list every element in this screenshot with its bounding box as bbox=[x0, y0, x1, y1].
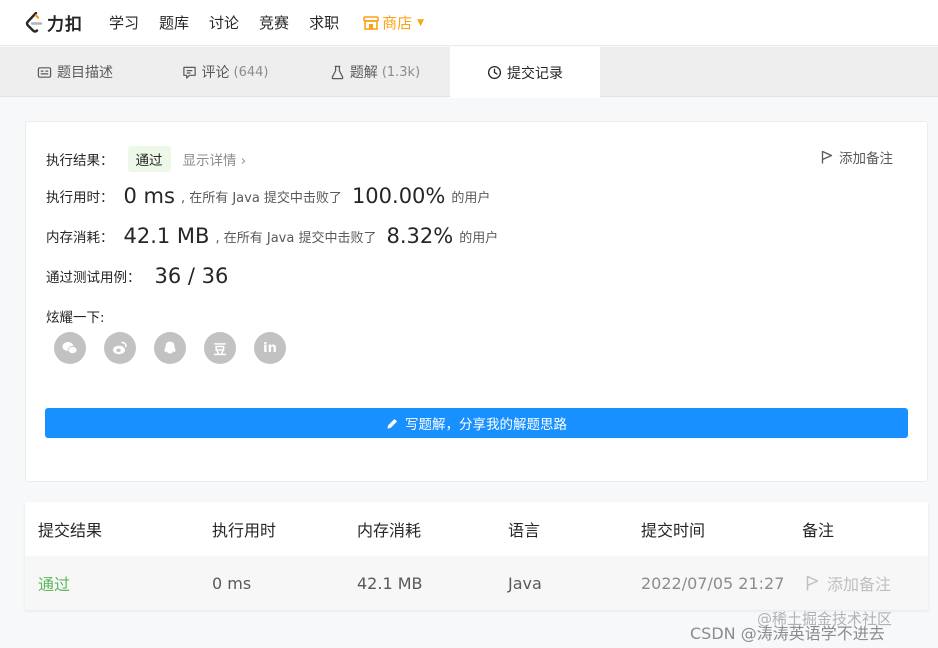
tab-description[interactable]: 题目描述 bbox=[0, 47, 150, 97]
douban-glyph: 豆 bbox=[213, 342, 227, 358]
tab-solutions-label: 题解 bbox=[349, 65, 378, 81]
nav-item-problems[interactable]: 题库 bbox=[159, 12, 189, 33]
tests-value: 36 / 36 bbox=[154, 264, 229, 288]
header-runtime: 执行用时 bbox=[212, 521, 277, 540]
runtime-percentile: 100.00% bbox=[351, 184, 446, 208]
linkedin-icon[interactable]: in bbox=[254, 332, 286, 364]
row-submit-time: 2022/07/05 21:27 bbox=[641, 573, 785, 593]
chevron-down-icon: ▼ bbox=[417, 17, 425, 28]
header-language: 语言 bbox=[508, 521, 541, 540]
submission-result-card: 执行结果： 通过 显示详情 › 添加备注 执行用时： 0 ms , 在所有 Ja… bbox=[25, 121, 928, 482]
logo-text: 力扣 bbox=[47, 15, 83, 35]
row-memory: 42.1 MB bbox=[357, 573, 423, 593]
shop-icon bbox=[363, 15, 379, 30]
share-icons: 豆 in bbox=[54, 332, 304, 364]
tests-label: 通过测试用例： bbox=[46, 270, 141, 286]
leetcode-logo-icon bbox=[25, 11, 43, 33]
tab-comments-label: 评论 bbox=[201, 65, 230, 81]
shop-label: 商店 bbox=[382, 14, 413, 32]
nav-item-contest[interactable]: 竞赛 bbox=[259, 12, 289, 33]
show-details-link[interactable]: 显示详情 › bbox=[183, 149, 247, 169]
tab-solutions[interactable]: 题解 (1.3k) bbox=[300, 47, 450, 97]
runtime-value: 0 ms bbox=[123, 184, 175, 208]
memory-row: 内存消耗： 42.1 MB , 在所有 Java 提交中击败了 8.32% 的用… bbox=[46, 224, 498, 248]
nav-item-discuss[interactable]: 讨论 bbox=[209, 12, 239, 33]
row-runtime: 0 ms bbox=[212, 573, 252, 593]
row-add-note-button[interactable]: 添加备注 bbox=[806, 571, 891, 595]
status-label: 执行结果： bbox=[46, 153, 114, 169]
douban-icon[interactable]: 豆 bbox=[204, 332, 236, 364]
nav-item-jobs[interactable]: 求职 bbox=[309, 12, 339, 33]
top-nav: 力扣 学习 题库 讨论 竞赛 求职 商店 ▼ bbox=[0, 0, 938, 46]
runtime-label: 执行用时： bbox=[46, 190, 114, 206]
runtime-row: 执行用时： 0 ms , 在所有 Java 提交中击败了 100.00% 的用户 bbox=[46, 184, 490, 208]
qq-icon[interactable] bbox=[154, 332, 186, 364]
comment-icon bbox=[182, 66, 196, 79]
header-time: 提交时间 bbox=[641, 521, 706, 540]
submissions-table: 提交结果 执行用时 内存消耗 语言 提交时间 备注 通过 0 ms 42.1 M… bbox=[25, 502, 928, 610]
memory-value: 42.1 MB bbox=[123, 224, 210, 248]
tab-comments-count: (644) bbox=[233, 64, 269, 80]
header-note: 备注 bbox=[802, 521, 835, 540]
flask-icon bbox=[331, 65, 344, 79]
write-solution-label: 写题解，分享我的解题思路 bbox=[405, 417, 567, 433]
clock-icon bbox=[487, 65, 502, 80]
row-language: Java bbox=[508, 573, 542, 593]
flag-icon bbox=[806, 575, 819, 591]
weibo-icon[interactable] bbox=[104, 332, 136, 364]
flag-icon bbox=[821, 150, 833, 164]
share-row: 炫耀一下: bbox=[46, 306, 105, 326]
problem-tabs: 题目描述 评论 (644) 题解 (1.3k) 提交记录 bbox=[0, 47, 938, 98]
nav-item-shop[interactable]: 商店 ▼ bbox=[363, 12, 424, 33]
status-badge: 通过 bbox=[127, 146, 171, 172]
tab-comments[interactable]: 评论 (644) bbox=[150, 47, 300, 97]
nav-item-learn[interactable]: 学习 bbox=[109, 12, 139, 33]
pencil-icon bbox=[387, 418, 397, 428]
tab-submissions[interactable]: 提交记录 bbox=[450, 47, 600, 98]
logo[interactable]: 力扣 bbox=[24, 10, 83, 35]
runtime-tail: 的用户 bbox=[451, 190, 491, 206]
memory-beat-text: , 在所有 Java 提交中击败了 bbox=[215, 230, 377, 246]
watermark-csdn: CSDN @涛涛英语学不进去 bbox=[690, 624, 885, 643]
tab-description-label: 题目描述 bbox=[57, 65, 113, 81]
table-header: 提交结果 执行用时 内存消耗 语言 提交时间 备注 bbox=[25, 502, 928, 556]
description-icon bbox=[37, 66, 52, 78]
linkedin-glyph: in bbox=[263, 340, 277, 356]
table-row[interactable]: 通过 0 ms 42.1 MB Java 2022/07/05 21:27 添加… bbox=[25, 556, 928, 610]
runtime-beat-text: , 在所有 Java 提交中击败了 bbox=[180, 190, 342, 206]
share-label: 炫耀一下: bbox=[46, 310, 105, 326]
memory-label: 内存消耗： bbox=[46, 230, 114, 246]
add-note-label: 添加备注 bbox=[839, 151, 893, 167]
row-note-label: 添加备注 bbox=[827, 575, 892, 594]
memory-tail: 的用户 bbox=[459, 230, 499, 246]
wechat-icon[interactable] bbox=[54, 332, 86, 364]
row-status-link[interactable]: 通过 bbox=[38, 571, 70, 595]
header-memory: 内存消耗 bbox=[357, 521, 422, 540]
header-status: 提交结果 bbox=[38, 521, 103, 540]
write-solution-button[interactable]: 写题解，分享我的解题思路 bbox=[45, 408, 908, 438]
memory-percentile: 8.32% bbox=[386, 224, 454, 248]
tab-submissions-label: 提交记录 bbox=[507, 65, 563, 82]
tests-row: 通过测试用例： 36 / 36 bbox=[46, 264, 234, 288]
tab-solutions-count: (1.3k) bbox=[381, 64, 421, 80]
result-status-row: 执行结果： 通过 显示详情 › bbox=[46, 146, 246, 172]
add-note-button[interactable]: 添加备注 bbox=[821, 147, 893, 167]
